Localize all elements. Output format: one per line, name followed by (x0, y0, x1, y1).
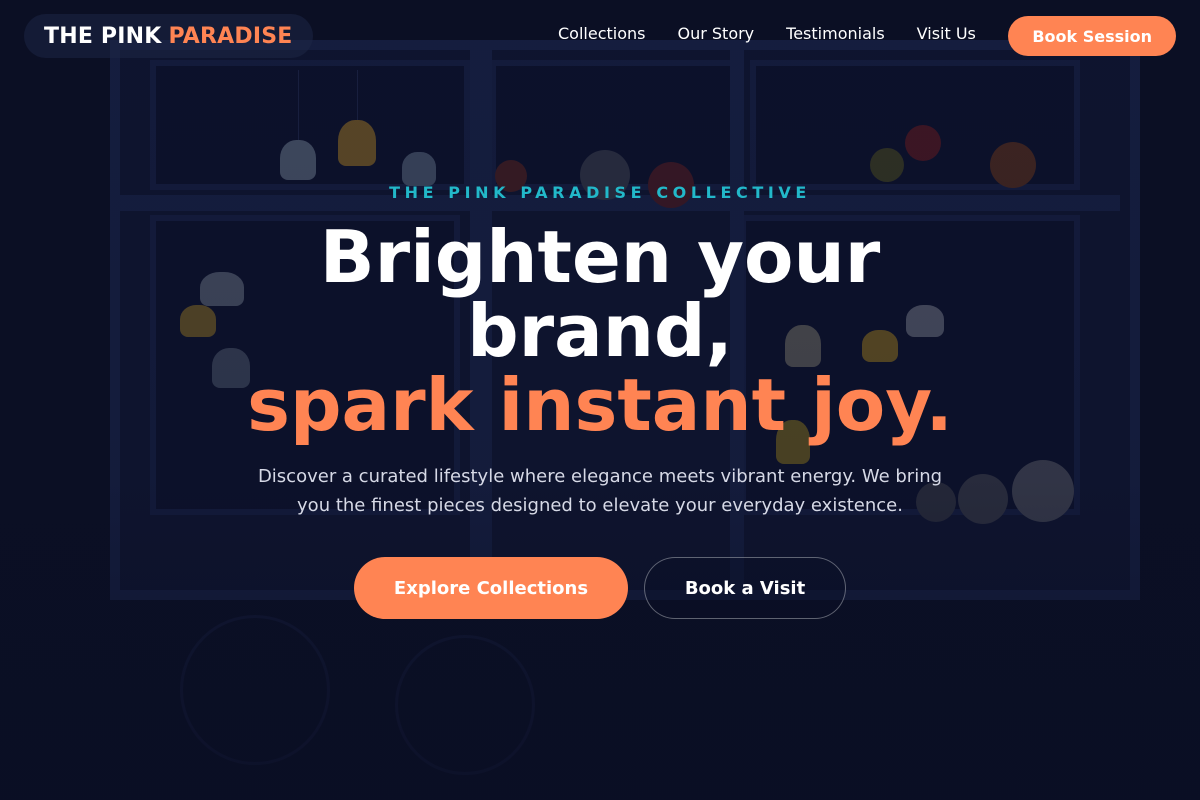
nav-link-our-story[interactable]: Our Story (677, 24, 754, 43)
explore-collections-button[interactable]: Explore Collections (354, 557, 628, 619)
brand-name-accent: PARADISE (168, 23, 293, 49)
hero-eyebrow: THE PINK PARADISE COLLECTIVE (389, 183, 811, 202)
headline-main: Brighten your brand, (319, 215, 881, 373)
hero-description: Discover a curated lifestyle where elega… (257, 466, 943, 516)
nav-link-collections[interactable]: Collections (558, 24, 645, 43)
nav-link-testimonials[interactable]: Testimonials (786, 24, 885, 43)
brand-name-main: THE PINK (44, 23, 162, 49)
top-navigation: THE PINK PARADISE Collections Our Story … (0, 0, 1200, 70)
book-session-button[interactable]: Book Session (1008, 16, 1176, 56)
hero-headline: Brighten your brand, spark instant joy. (200, 220, 1000, 442)
brand-logo[interactable]: THE PINK PARADISE (24, 14, 313, 58)
nav-link-visit-us[interactable]: Visit Us (917, 24, 976, 43)
book-visit-button[interactable]: Book a Visit (644, 557, 846, 619)
nav-links: Collections Our Story Testimonials Visit… (558, 24, 976, 43)
headline-accent: spark instant joy. (247, 363, 953, 447)
